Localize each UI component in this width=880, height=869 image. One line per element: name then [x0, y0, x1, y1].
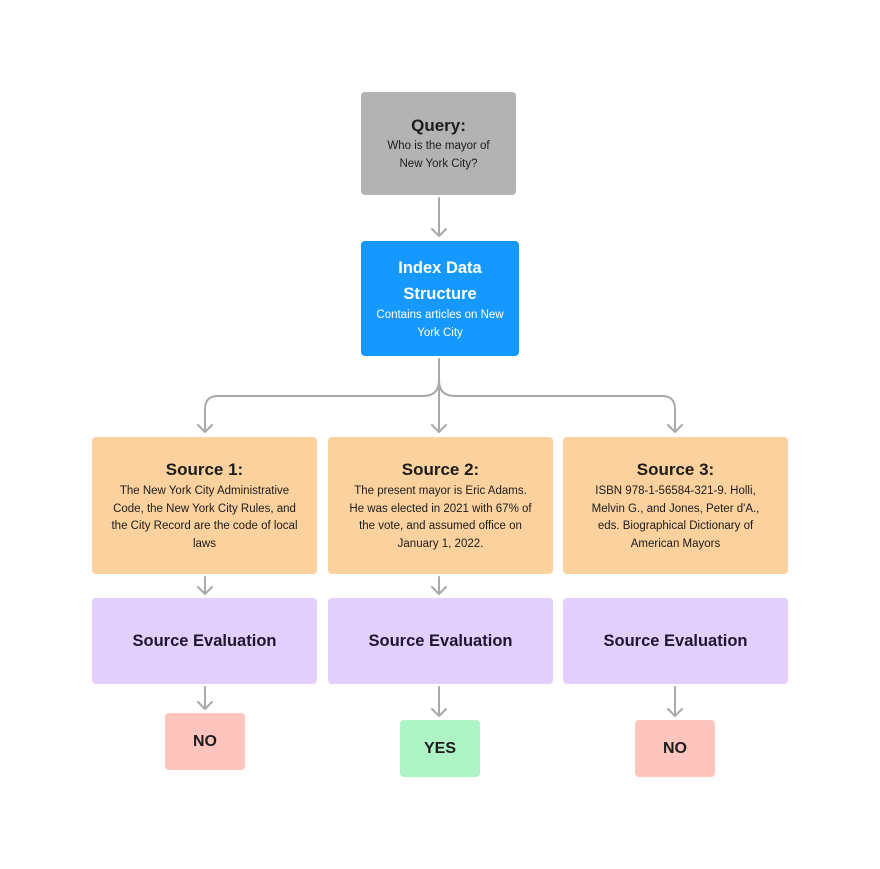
arrow-evaluation-2-to-verdict-2 [431, 686, 447, 717]
evaluation-label: Source Evaluation [368, 632, 513, 650]
source-text: The New York City Administrative Code, t… [111, 485, 298, 550]
source-node-2: Source 2: The present mayor is Eric Adam… [328, 437, 553, 574]
arrow-index-to-source-2 [431, 358, 447, 433]
source-title: Source 2: [401, 460, 480, 479]
source-node-1: Source 1: The New York City Administrati… [92, 437, 317, 574]
verdict-node-1: NO [165, 713, 245, 770]
index-text: Contains articles on New York City [376, 309, 504, 339]
source-node-3: Source 3: ISBN 978-1-56584-321-9. Holli,… [563, 437, 788, 574]
query-title: Query: [411, 116, 466, 135]
arrow-query-to-index [431, 197, 447, 237]
verdict-label: NO [193, 732, 217, 750]
arrow-source-2-to-evaluation-2 [431, 576, 447, 595]
source-evaluation-node-2: Source Evaluation [328, 598, 553, 684]
source-evaluation-node-1: Source Evaluation [92, 598, 317, 684]
index-title: Index Data Structure [398, 259, 482, 303]
arrow-index-to-source-3 [438, 379, 683, 433]
index-data-structure-node: Index Data Structure Contains articles o… [361, 241, 519, 356]
verdict-node-3: NO [635, 720, 715, 777]
evaluation-label: Source Evaluation [132, 632, 277, 650]
arrow-evaluation-1-to-verdict-1 [197, 686, 213, 710]
source-title: Source 3: [636, 460, 715, 479]
arrow-evaluation-3-to-verdict-3 [667, 686, 683, 717]
verdict-node-2: YES [400, 720, 480, 777]
source-title: Source 1: [165, 460, 244, 479]
query-node: Query: Who is the mayor of New York City… [361, 92, 516, 195]
evaluation-label: Source Evaluation [603, 632, 748, 650]
verdict-label: NO [663, 739, 687, 757]
arrow-index-to-source-1 [197, 379, 440, 433]
source-evaluation-node-3: Source Evaluation [563, 598, 788, 684]
arrow-source-1-to-evaluation-1 [197, 576, 213, 595]
source-text: ISBN 978-1-56584-321-9. Holli, Melvin G.… [591, 485, 760, 550]
verdict-label: YES [423, 739, 456, 757]
query-text: Who is the mayor of New York City? [387, 140, 490, 170]
source-text: The present mayor is Eric Adams. He was … [349, 485, 532, 550]
